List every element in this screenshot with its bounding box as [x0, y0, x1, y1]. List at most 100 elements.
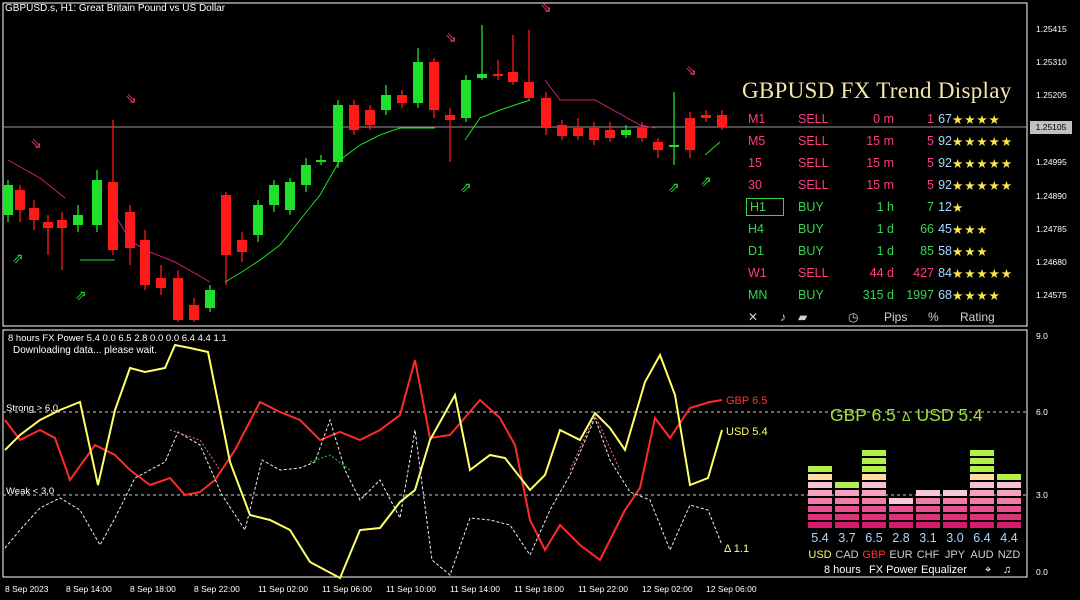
rating-stars: ★★★★★ — [952, 179, 1014, 193]
usd-power-line — [4, 343, 723, 580]
rating-stars: ★★★★ — [952, 113, 1001, 127]
buy-arrow-icon: ⇗ — [12, 250, 24, 266]
price-tick: 1.25415 — [1036, 24, 1067, 34]
trend-duration: 1 d — [876, 244, 894, 258]
equalizer-segment — [943, 514, 967, 520]
buy-arrow-icon: ⇗ — [700, 173, 712, 189]
candle-body — [57, 220, 67, 228]
footer-equalizer[interactable]: Equalizer — [921, 564, 967, 576]
candle-body — [557, 125, 567, 136]
sell-arrow-icon: ⇘ — [125, 90, 137, 106]
equalizer-segment — [916, 506, 940, 512]
equalizer-segment — [862, 466, 886, 472]
sound-icon[interactable]: ♪ — [780, 310, 786, 324]
currency-name: NZD — [997, 549, 1021, 561]
candle-body — [349, 105, 359, 130]
footer-period[interactable]: 8 hours — [824, 564, 861, 576]
price-tick: 1.24785 — [1036, 224, 1067, 234]
time-tick: 12 Sep 06:00 — [706, 584, 757, 594]
candle-body — [316, 160, 326, 162]
candle-body — [301, 165, 311, 185]
candle-body — [29, 208, 39, 220]
timeframe-label: 30 — [748, 178, 762, 192]
price-tick: 1.24575 — [1036, 290, 1067, 300]
equalizer-segment — [916, 522, 940, 528]
rating-stars: ★★★ — [952, 223, 989, 237]
time-tick: 11 Sep 22:00 — [578, 584, 628, 594]
rating-stars: ★★★ — [952, 245, 989, 259]
equalizer-segment — [916, 498, 940, 504]
rating-stars: ★★★★ — [952, 289, 1001, 303]
equalizer-segment — [862, 482, 886, 488]
trend-duration: 1 h — [876, 200, 894, 214]
candle-body — [477, 74, 487, 78]
currency-value: 3.1 — [919, 531, 937, 545]
time-tick: 8 Sep 18:00 — [130, 584, 176, 594]
chart-window[interactable]: ⇘ ⇘ ⇘ ⇘ ⇘ ⇗ ⇗ ⇗ ⇗ ⇗ GBPUSD.s, H1: Great Britain P… — [0, 0, 1080, 600]
equalizer-segment — [808, 474, 832, 480]
equalizer-segment — [970, 458, 994, 464]
trend-duration: 44 d — [869, 266, 894, 280]
delta-line-label: Δ 1.1 — [724, 543, 750, 555]
price-tick: 1.25310 — [1036, 57, 1067, 67]
candle-body — [461, 80, 471, 118]
currency-name: GBP — [862, 549, 886, 561]
equalizer-segment — [970, 514, 994, 520]
trend-row: 15 SELL 15 m 5 92 ★★★★★ — [740, 156, 1030, 176]
flag-icon[interactable]: ▰ — [798, 310, 807, 324]
equalizer-segment — [970, 450, 994, 456]
gbp-line-label: GBP 6.5 — [726, 395, 768, 407]
candle-body — [685, 118, 695, 150]
candle-body — [365, 110, 375, 125]
time-tick: 8 Sep 14:00 — [66, 584, 112, 594]
music-icon[interactable]: ♫ — [1003, 564, 1011, 576]
currency-value: 5.4 — [811, 531, 829, 545]
equalizer-segment — [970, 482, 994, 488]
currency-value: 4.4 — [1000, 531, 1018, 545]
equalizer-segment — [997, 474, 1021, 480]
trend-rating: 68 — [938, 288, 952, 302]
equalizer-segment — [889, 506, 913, 512]
timeframe-label: M1 — [748, 112, 766, 126]
trend-action: BUY — [798, 200, 824, 214]
currency-name: USD — [808, 549, 832, 561]
trend-action: BUY — [798, 222, 824, 236]
equalizer-segment — [862, 490, 886, 496]
candle-body — [621, 130, 631, 135]
indicator-tick: 0.0 — [1036, 567, 1048, 577]
buy-arrow-icon: ⇗ — [75, 287, 87, 303]
trend-row: MN BUY 315 d 1997 68 ★★★★ — [740, 288, 1030, 308]
equalizer-segment — [970, 490, 994, 496]
candle-body — [541, 98, 551, 128]
price-tick: 1.24680 — [1036, 257, 1067, 267]
equalizer-segment — [835, 498, 859, 504]
close-icon[interactable]: ✕ — [748, 310, 758, 324]
equalizer-segment — [862, 474, 886, 480]
time-tick: 11 Sep 10:00 — [386, 584, 436, 594]
equalizer-segment — [835, 490, 859, 496]
price-tick: 1.24890 — [1036, 191, 1067, 201]
crosshair-icon[interactable]: ⌖ — [985, 564, 991, 577]
candle-body — [269, 185, 279, 205]
candle-body — [381, 95, 391, 110]
currency-name: AUD — [970, 549, 994, 561]
equalizer-segment — [997, 482, 1021, 488]
candle-body — [445, 115, 455, 120]
equalizer-segment — [889, 498, 913, 504]
trend-action: SELL — [798, 134, 829, 148]
candle-body — [397, 95, 407, 103]
candle-body — [573, 128, 583, 136]
trend-action: SELL — [798, 156, 829, 170]
equalizer-segment — [997, 490, 1021, 496]
candle-body — [3, 185, 13, 215]
trend-action: BUY — [798, 244, 824, 258]
trend-duration: 15 m — [866, 134, 894, 148]
weak-level-label: Weak < 3.0 — [6, 486, 55, 497]
trend-rating: 12 — [938, 200, 952, 214]
candles-layer — [3, 25, 727, 322]
delta-power-line — [4, 416, 723, 576]
candle-body — [429, 62, 439, 110]
trend-rating: 92 — [938, 134, 952, 148]
candle-body — [524, 82, 534, 98]
candle-body — [108, 182, 118, 250]
